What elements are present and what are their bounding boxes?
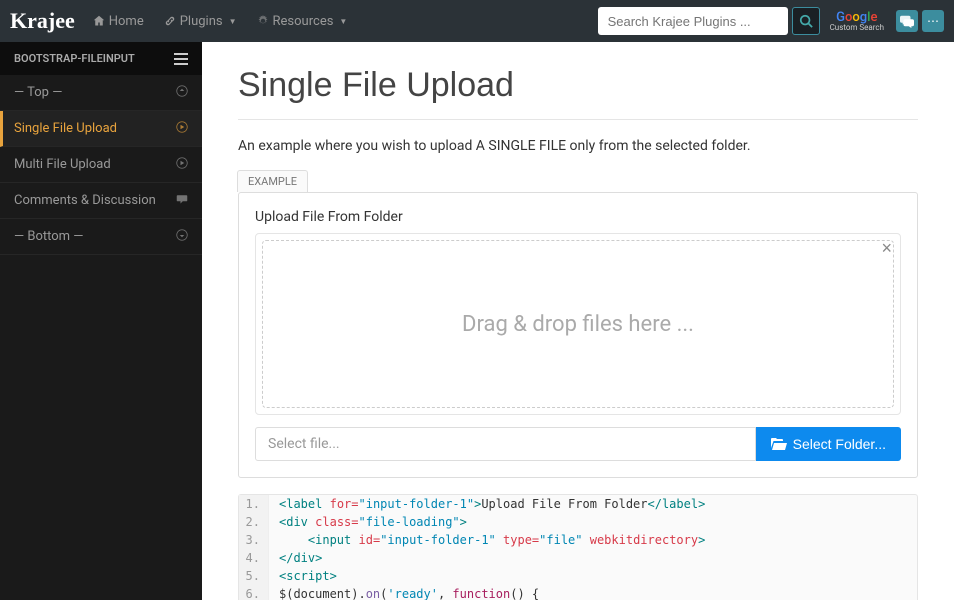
- sidebar-item-label: Single File Upload: [14, 121, 117, 136]
- nav-label: Resources: [273, 14, 334, 29]
- line-code: <script>: [269, 567, 347, 585]
- google-custom-search[interactable]: Google Custom Search: [830, 11, 884, 32]
- sidebar-item-0[interactable]: — Top —: [0, 75, 202, 111]
- sidebar-item-label: Comments & Discussion: [14, 193, 156, 208]
- code-line: 2.<div class="file-loading">: [239, 513, 917, 531]
- file-caption[interactable]: Select file...: [255, 427, 756, 461]
- line-number: 5.: [239, 567, 269, 585]
- sidebar-item-label: Multi File Upload: [14, 157, 111, 172]
- sidebar-item-label: — Top —: [14, 85, 62, 100]
- code-line: 3. <input id="input-folder-1" type="file…: [239, 531, 917, 549]
- example-tag: EXAMPLE: [237, 170, 308, 192]
- line-code: $(document).on('ready', function() {: [269, 585, 549, 600]
- search-input[interactable]: [598, 7, 788, 35]
- hamburger-icon[interactable]: [174, 53, 188, 65]
- example-panel: EXAMPLE Upload File From Folder × Drag &…: [238, 170, 918, 600]
- divider: [238, 119, 918, 120]
- sidebar-item-4[interactable]: — Bottom —: [0, 219, 202, 255]
- caret-down-icon: ▼: [339, 17, 347, 26]
- code-line: 1.<label for="input-folder-1">Upload Fil…: [239, 495, 917, 513]
- nav-label: Plugins: [180, 14, 223, 29]
- line-code: </div>: [269, 549, 332, 567]
- file-input-group: Select file... Select Folder...: [255, 427, 901, 461]
- line-number: 6.: [239, 585, 269, 600]
- intro-text: An example where you wish to upload A SI…: [238, 138, 918, 154]
- code-line: 4.</div>: [239, 549, 917, 567]
- sidebar: BOOTSTRAP-FILEINPUT — Top — Single File U…: [0, 42, 202, 600]
- sidebar-item-label: — Bottom —: [14, 229, 83, 244]
- home-icon: [93, 15, 105, 27]
- nav-label: Home: [109, 14, 144, 29]
- line-code: <input id="input-folder-1" type="file" w…: [269, 531, 715, 549]
- play-icon: [176, 157, 188, 172]
- up-icon: [176, 85, 188, 100]
- sidebar-item-2[interactable]: Multi File Upload: [0, 147, 202, 183]
- nav-links: Home Plugins ▼ Resources ▼: [85, 8, 598, 35]
- line-number: 1.: [239, 495, 269, 513]
- more-icon-button[interactable]: ⋯: [922, 10, 944, 32]
- sidebar-title: BOOTSTRAP-FILEINPUT: [14, 52, 135, 65]
- google-logo: Google: [830, 11, 884, 24]
- dropzone[interactable]: Drag & drop files here ...: [262, 240, 894, 408]
- search-button[interactable]: [792, 7, 820, 35]
- nav-home[interactable]: Home: [85, 8, 152, 35]
- caret-down-icon: ▼: [229, 17, 237, 26]
- nav-plugins[interactable]: Plugins ▼: [156, 8, 245, 35]
- folder-open-icon: [771, 437, 787, 451]
- sidebar-header: BOOTSTRAP-FILEINPUT: [0, 42, 202, 75]
- chat-icon: [900, 14, 914, 28]
- top-action-icons: ⋯: [896, 10, 944, 32]
- dropzone-text: Drag & drop files here ...: [462, 312, 694, 337]
- code-line: 6.$(document).on('ready', function() {: [239, 585, 917, 600]
- close-button[interactable]: ×: [881, 238, 892, 259]
- code-line: 5.<script>: [239, 567, 917, 585]
- comment-icon: [176, 193, 188, 208]
- gear-icon: [257, 15, 269, 27]
- control-label: Upload File From Folder: [255, 209, 901, 225]
- browse-label: Select Folder...: [793, 436, 886, 452]
- search-area: Google Custom Search ⋯: [598, 7, 944, 35]
- sidebar-item-3[interactable]: Comments & Discussion: [0, 183, 202, 219]
- code-block: 1.<label for="input-folder-1">Upload Fil…: [238, 494, 918, 600]
- custom-search-label: Custom Search: [830, 24, 884, 32]
- brand-logo[interactable]: Krajee: [10, 8, 75, 34]
- browse-button[interactable]: Select Folder...: [756, 427, 901, 461]
- file-preview-container: × Drag & drop files here ...: [255, 233, 901, 415]
- link-icon: [164, 15, 176, 27]
- line-number: 3.: [239, 531, 269, 549]
- play-icon: [176, 121, 188, 136]
- nav-resources[interactable]: Resources ▼: [249, 8, 356, 35]
- search-icon: [799, 14, 813, 28]
- sidebar-item-1[interactable]: Single File Upload: [0, 111, 202, 147]
- ellipsis-icon: ⋯: [927, 14, 939, 28]
- down-icon: [176, 229, 188, 244]
- main-content: Single File Upload An example where you …: [202, 42, 954, 600]
- chat-icon-button[interactable]: [896, 10, 918, 32]
- line-code: <div class="file-loading">: [269, 513, 477, 531]
- line-number: 2.: [239, 513, 269, 531]
- page-title: Single File Upload: [238, 66, 918, 105]
- line-code: <label for="input-folder-1">Upload File …: [269, 495, 715, 513]
- top-navbar: Krajee Home Plugins ▼ Resources ▼ Google…: [0, 0, 954, 42]
- line-number: 4.: [239, 549, 269, 567]
